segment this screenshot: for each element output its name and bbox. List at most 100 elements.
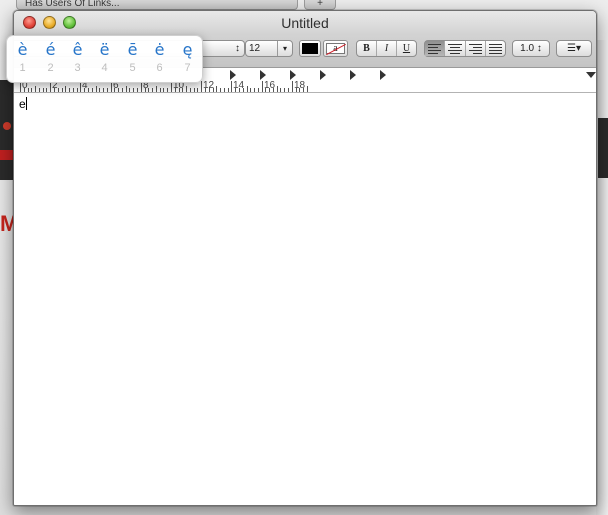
- ruler-tick: [77, 88, 78, 92]
- ruler-tick: [194, 88, 195, 92]
- text-color-swatch: [302, 43, 318, 54]
- ruler-tick: [167, 88, 168, 92]
- align-center-button[interactable]: [445, 41, 466, 56]
- ruler-tick: [258, 88, 259, 92]
- chevron-down-icon[interactable]: ▾: [277, 41, 292, 56]
- document-text: e: [19, 97, 26, 111]
- ruler-tick: [250, 88, 251, 92]
- ruler-tick: [107, 88, 108, 92]
- ruler-tick: [163, 88, 164, 92]
- ruler-tick: [307, 86, 308, 92]
- ruler-tick: [129, 88, 130, 92]
- ruler-label: 18: [294, 80, 306, 91]
- ruler-tick: [65, 86, 66, 92]
- ruler-tick: [92, 88, 93, 92]
- accent-option-number: 4: [101, 62, 108, 74]
- ruler-label: 12: [203, 80, 215, 91]
- underline-button[interactable]: U: [397, 41, 416, 56]
- accent-option-char: é: [45, 40, 56, 59]
- ruler-tick: [231, 81, 232, 92]
- ruler-tick: [247, 86, 248, 92]
- justify-button[interactable]: [486, 41, 505, 56]
- ruler-label: 16: [264, 80, 276, 91]
- accent-option-number: 2: [47, 62, 54, 74]
- ruler-tab-stop[interactable]: [350, 70, 356, 80]
- ruler-tick: [288, 88, 289, 92]
- background-new-tab-button[interactable]: +: [304, 0, 336, 10]
- accent-option-number: 1: [19, 62, 26, 74]
- ruler-tab-stop[interactable]: [260, 70, 266, 80]
- background-red-band: [0, 150, 14, 160]
- ruler-tick: [156, 86, 157, 92]
- align-right-button[interactable]: [466, 41, 486, 56]
- ruler-tick: [262, 81, 263, 92]
- highlight-color-well[interactable]: a: [323, 40, 348, 57]
- document-text-area[interactable]: e: [14, 94, 596, 505]
- ruler-tab-stop[interactable]: [380, 70, 386, 80]
- accent-option-number: 5: [129, 62, 136, 74]
- accent-option-7[interactable]: ę7: [174, 39, 201, 81]
- ruler-tab-stop[interactable]: [230, 70, 236, 80]
- accent-option-5[interactable]: ē5: [119, 39, 146, 81]
- ruler-tick: [220, 88, 221, 92]
- ruler-tick: [292, 81, 293, 92]
- background-red-dot: [3, 122, 11, 130]
- accent-option-2[interactable]: é2: [37, 39, 64, 81]
- background-browser-tabs: Has Users Of Links... +: [16, 0, 346, 10]
- font-size-combobox[interactable]: 12 ▾: [245, 40, 293, 57]
- ruler-tick: [152, 88, 153, 92]
- ruler-tick: [28, 88, 29, 92]
- window-title: Untitled: [281, 15, 329, 31]
- accent-option-char: ê: [72, 40, 83, 59]
- ruler-tick: [186, 86, 187, 92]
- accent-option-char: ę: [182, 40, 193, 59]
- ruler-tick: [190, 88, 191, 92]
- accent-option-char: ē: [127, 40, 138, 59]
- background-right-dark-block: [598, 118, 608, 178]
- ruler-tab-stop[interactable]: [320, 70, 326, 80]
- bold-button[interactable]: B: [357, 41, 377, 56]
- ruler-tick: [284, 88, 285, 92]
- ruler-tick: [254, 88, 255, 92]
- ruler-tick: [96, 86, 97, 92]
- accent-option-6[interactable]: ė6: [146, 39, 173, 81]
- ruler-tick: [277, 86, 278, 92]
- ruler-tick: [58, 88, 59, 92]
- accent-option-number: 3: [74, 62, 81, 74]
- ruler-tab-stop[interactable]: [290, 70, 296, 80]
- background-browser-tab[interactable]: Has Users Of Links...: [16, 0, 298, 10]
- ruler-tick: [88, 88, 89, 92]
- alignment-segmented-control: [424, 40, 506, 57]
- accent-option-number: 6: [156, 62, 163, 74]
- ruler-tick: [197, 88, 198, 92]
- line-spacing-popup[interactable]: 1.0 ↕: [512, 40, 550, 57]
- align-left-button[interactable]: [425, 41, 446, 56]
- ruler-tick: [99, 88, 100, 92]
- accent-option-4[interactable]: ë4: [91, 39, 118, 81]
- text-color-well[interactable]: [299, 40, 321, 57]
- document-text-line: e: [19, 97, 27, 111]
- text-insertion-caret: [25, 97, 27, 110]
- accent-character-picker: è1é2ê3ë4ē5ė6ę7: [6, 35, 203, 83]
- background-red-logo-fragment: M: [0, 212, 14, 236]
- ruler-tick: [280, 88, 281, 92]
- ruler-tick: [133, 88, 134, 92]
- ruler-tick: [69, 88, 70, 92]
- italic-button[interactable]: I: [377, 41, 397, 56]
- accent-option-number: 7: [184, 62, 191, 74]
- accent-option-char: è: [17, 40, 28, 59]
- ruler-tick: [46, 88, 47, 92]
- ruler-tick: [228, 88, 229, 92]
- accent-option-3[interactable]: ê3: [64, 39, 91, 81]
- textedit-window: Untitled ↕ 12 ▾ a B I U 1.0 ↕ ☰▾ 0 2 4 6…: [13, 10, 597, 506]
- background-right-page-strip: [596, 40, 608, 515]
- ruler-tick: [216, 86, 217, 92]
- ruler-tick: [39, 88, 40, 92]
- background-page-strip: [0, 80, 14, 180]
- list-bullets-popup[interactable]: ☰▾: [556, 40, 592, 57]
- ruler-label: 14: [233, 80, 245, 91]
- ruler-tick: [103, 88, 104, 92]
- accent-option-1[interactable]: è1: [9, 39, 36, 81]
- ruler-tick: [126, 86, 127, 92]
- right-margin-marker[interactable]: [586, 72, 596, 78]
